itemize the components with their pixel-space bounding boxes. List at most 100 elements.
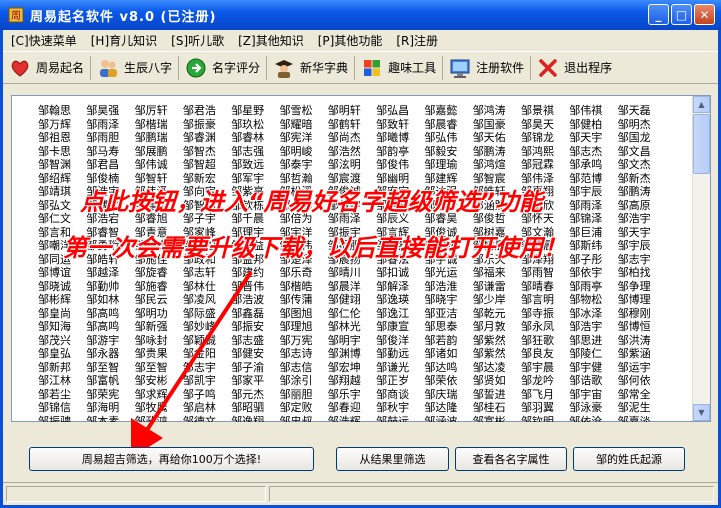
name-item[interactable]: 邹逸江 (376, 307, 424, 321)
name-item[interactable]: 邹楷皓 (280, 280, 328, 294)
name-item[interactable]: 邹振骋 (38, 415, 86, 423)
menu-functions[interactable]: [P]其他功能 (310, 32, 389, 49)
toolbar-dictionary[interactable]: 新华字典 (267, 54, 354, 82)
name-item[interactable]: 邹万辉 (38, 118, 86, 132)
name-item[interactable]: 邹紫然 (473, 347, 521, 361)
name-item[interactable]: 邹紫涵 (618, 347, 666, 361)
menu-quick[interactable]: [C]快速菜单 (3, 32, 83, 49)
name-item[interactable]: 邹钦明 (521, 415, 569, 423)
name-item[interactable]: 邹康宣 (376, 320, 424, 334)
name-item[interactable]: 邹达隆 (424, 401, 472, 415)
name-item[interactable]: 邹涂引 (280, 374, 328, 388)
name-item[interactable]: 邹忠叔 (280, 415, 328, 423)
name-item[interactable]: 邹冠霖 (521, 158, 569, 172)
name-item[interactable]: 邹仁文 (38, 212, 86, 226)
name-item[interactable]: 邹达凌 (473, 361, 521, 375)
name-item[interactable]: 邹言明 (521, 293, 569, 307)
name-item[interactable]: 邹浩然 (328, 145, 376, 159)
name-item[interactable]: 邹荣依 (424, 374, 472, 388)
name-item[interactable]: 邹解泽 (376, 280, 424, 294)
name-item[interactable]: 邹鸿煊 (473, 158, 521, 172)
name-item[interactable]: 邹彬辉 (38, 293, 86, 307)
name-item[interactable]: 邹商谈 (376, 388, 424, 402)
name-item[interactable]: 邹晓宇 (424, 293, 472, 307)
name-item[interactable]: 邹博谊 (38, 266, 86, 280)
name-item[interactable]: 邹范博 (569, 172, 617, 186)
name-item[interactable]: 邹依沧 (569, 415, 617, 423)
super-filter-button[interactable]: 周易超吉筛选，再给你100万个选择! (29, 447, 314, 471)
name-item[interactable]: 邹天磊 (618, 104, 666, 118)
name-item[interactable]: 邹万宪 (280, 334, 328, 348)
name-item[interactable]: 邹宇晨 (521, 361, 569, 375)
name-item[interactable]: 邹巨浦 (569, 226, 617, 240)
name-item[interactable]: 邹浩辉 (328, 415, 376, 423)
name-item[interactable]: 邹陵仁 (569, 347, 617, 361)
name-item[interactable]: 邹曦博 (376, 131, 424, 145)
name-item[interactable]: 邹志杰 (569, 145, 617, 159)
name-item[interactable]: 邹鸿涛 (473, 104, 521, 118)
name-item[interactable]: 邹宇辰 (618, 239, 666, 253)
name-item[interactable]: 邹丽胆 (280, 388, 328, 402)
name-item[interactable]: 邹正岁 (376, 374, 424, 388)
name-item[interactable]: 邹寺振 (521, 307, 569, 321)
name-item[interactable]: 邹雨泽 (86, 118, 134, 132)
name-item[interactable]: 邹毅安 (424, 145, 472, 159)
name-item[interactable]: 邹尚杰 (328, 131, 376, 145)
name-item[interactable]: 邹文昌 (618, 145, 666, 159)
name-item[interactable]: 邹晴川 (328, 266, 376, 280)
name-item[interactable]: 邹睿渊 (183, 131, 231, 145)
name-item[interactable]: 邹鹏瑞 (135, 131, 183, 145)
name-item[interactable]: 邹绍辉 (38, 172, 86, 186)
name-item[interactable]: 邹晨睿 (424, 118, 472, 132)
maximize-button[interactable]: □ (671, 4, 692, 25)
toolbar-birth-bazi[interactable]: 生辰八字 (91, 54, 178, 82)
menu-parenting[interactable]: [H]育儿知识 (83, 32, 163, 49)
name-item[interactable]: 邹宏坤 (328, 361, 376, 375)
name-item[interactable]: 邹新杰 (618, 172, 666, 186)
name-item[interactable]: 邹知海 (38, 320, 86, 334)
name-item[interactable]: 邹浩宇 (618, 212, 666, 226)
name-item[interactable]: 邹运宇 (618, 361, 666, 375)
name-item[interactable]: 邹乾元 (473, 307, 521, 321)
name-item[interactable]: 邹翰思 (38, 104, 86, 118)
name-item[interactable]: 邹君昌 (86, 158, 134, 172)
name-item[interactable]: 邹泫明 (328, 158, 376, 172)
toolbar-exit[interactable]: 退出程序 (531, 54, 618, 82)
name-item[interactable]: 邹羽翼 (521, 401, 569, 415)
name-item[interactable]: 邹依宇 (569, 266, 617, 280)
name-item[interactable]: 邹乐宇 (328, 388, 376, 402)
name-item[interactable]: 邹泳豪 (569, 401, 617, 415)
name-item[interactable]: 邹子彤 (569, 253, 617, 267)
name-item[interactable]: 邹锦信 (38, 401, 86, 415)
name-item[interactable]: 邹月敦 (473, 320, 521, 334)
name-item[interactable]: 邹志强 (231, 145, 279, 159)
name-item[interactable]: 邹弘文 (38, 199, 86, 213)
name-item[interactable]: 邹何依 (618, 374, 666, 388)
name-item[interactable]: 邹雨智 (521, 266, 569, 280)
vertical-scrollbar[interactable]: ▲ ▼ (692, 96, 710, 421)
name-item[interactable]: 邹达鸣 (424, 361, 472, 375)
name-item[interactable]: 邹宇辰 (569, 185, 617, 199)
name-item[interactable]: 邹春迎 (328, 401, 376, 415)
name-item[interactable]: 邹玖松 (231, 118, 279, 132)
name-item[interactable]: 邹雨亭 (569, 280, 617, 294)
scroll-thumb[interactable] (693, 114, 710, 174)
name-item[interactable]: 邹皇弘 (38, 347, 86, 361)
name-item[interactable]: 邹智杰 (183, 145, 231, 159)
name-item[interactable]: 邹理旭 (280, 320, 328, 334)
name-item[interactable]: 邹常全 (618, 388, 666, 402)
name-item[interactable]: 邹晨洋 (328, 280, 376, 294)
name-item[interactable]: 邹健翊 (328, 293, 376, 307)
name-item[interactable]: 邹国龙 (618, 131, 666, 145)
name-item[interactable]: 邹嘉懿 (424, 104, 472, 118)
name-item[interactable]: 邹弘伟 (424, 131, 472, 145)
name-item[interactable]: 邹君浩 (183, 104, 231, 118)
name-item[interactable]: 邹鸿熙 (521, 145, 569, 159)
name-item[interactable]: 邹星野 (231, 104, 279, 118)
name-item[interactable]: 邹传蒲 (280, 293, 328, 307)
name-item[interactable]: 邹晴春 (521, 280, 569, 294)
name-item[interactable]: 邹泥生 (618, 401, 666, 415)
name-item[interactable]: 邹韵亭 (376, 145, 424, 159)
name-item[interactable]: 邹皇尚 (38, 307, 86, 321)
name-item[interactable]: 邹谦光 (376, 361, 424, 375)
